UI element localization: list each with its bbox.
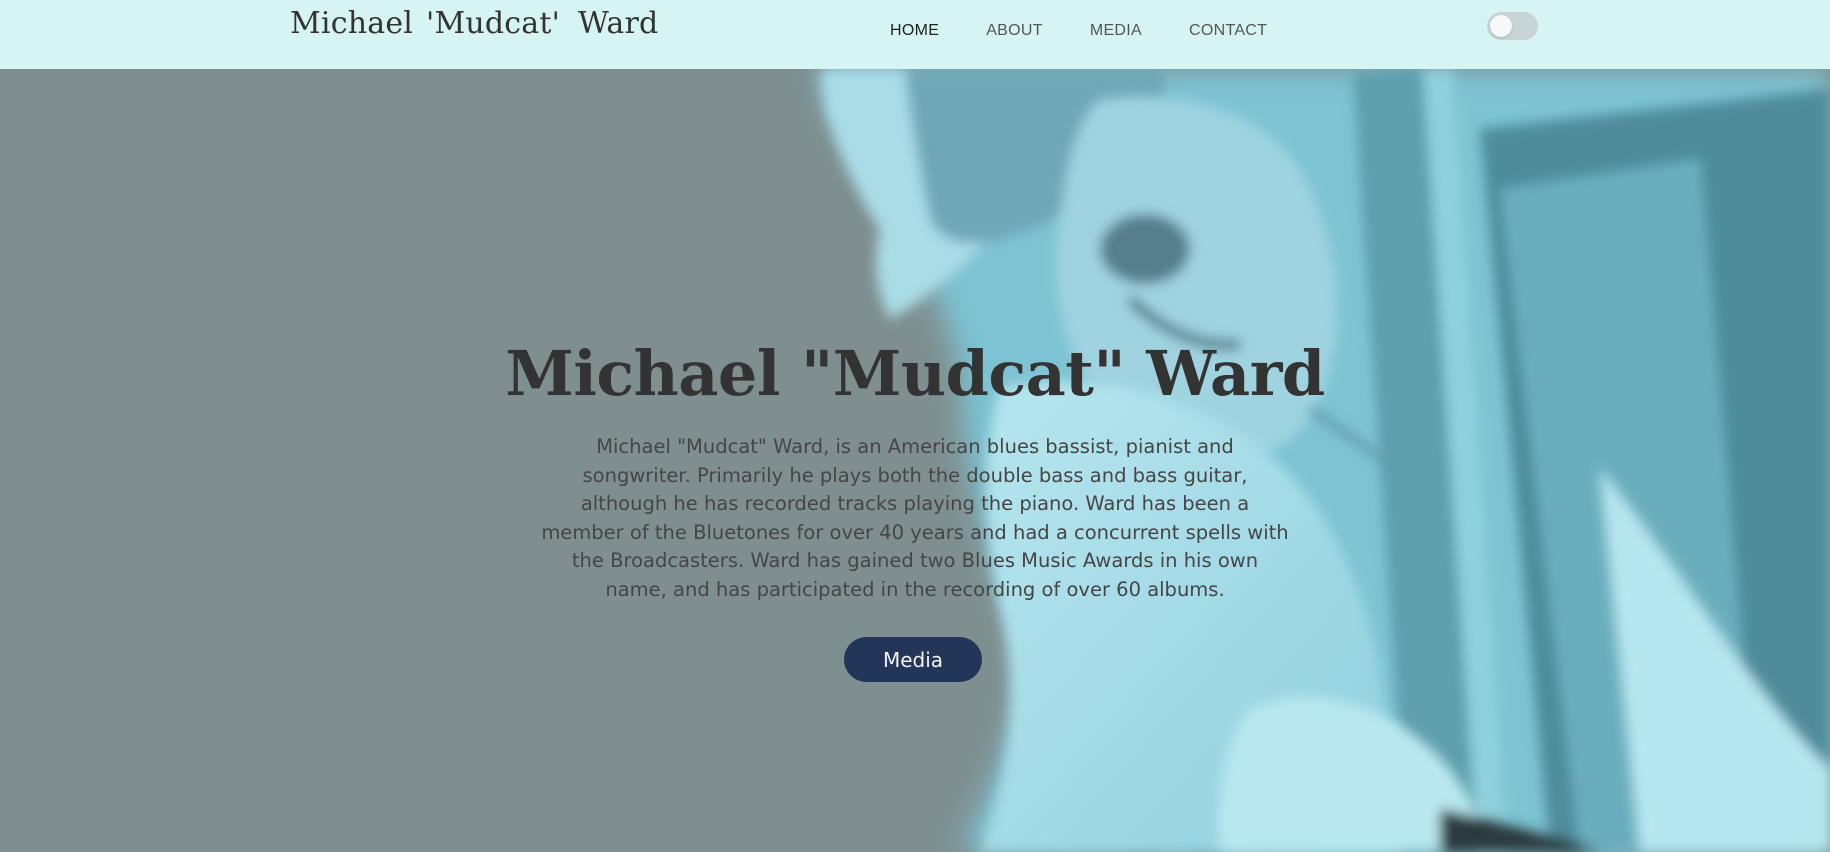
hero-content: Michael "Mudcat" Ward Michael "Mudcat" W… (0, 69, 1830, 852)
hero-description: Michael "Mudcat" Ward, is an American bl… (541, 435, 1289, 601)
nav-contact[interactable]: CONTACT (1189, 22, 1267, 40)
hero-section: Michael "Mudcat" Ward Michael "Mudcat" W… (0, 69, 1830, 852)
hero-title: Michael "Mudcat" Ward (505, 337, 1325, 410)
brand-word: Ward (578, 6, 659, 41)
nav-home[interactable]: HOME (890, 22, 939, 40)
main-nav: HOME ABOUT MEDIA CONTACT (890, 22, 1314, 40)
theme-toggle[interactable] (1487, 12, 1538, 40)
nav-media[interactable]: MEDIA (1090, 22, 1142, 40)
brand-word: 'Mudcat' (426, 6, 561, 41)
media-button[interactable]: Media (844, 637, 982, 682)
toggle-knob (1490, 15, 1512, 37)
site-header: Michael 'Mudcat' Ward HOME ABOUT MEDIA C… (0, 0, 1830, 69)
nav-about[interactable]: ABOUT (986, 22, 1043, 40)
brand-word: Michael (290, 6, 414, 41)
page: Michael 'Mudcat' Ward HOME ABOUT MEDIA C… (0, 0, 1830, 852)
site-brand[interactable]: Michael 'Mudcat' Ward (290, 6, 658, 41)
